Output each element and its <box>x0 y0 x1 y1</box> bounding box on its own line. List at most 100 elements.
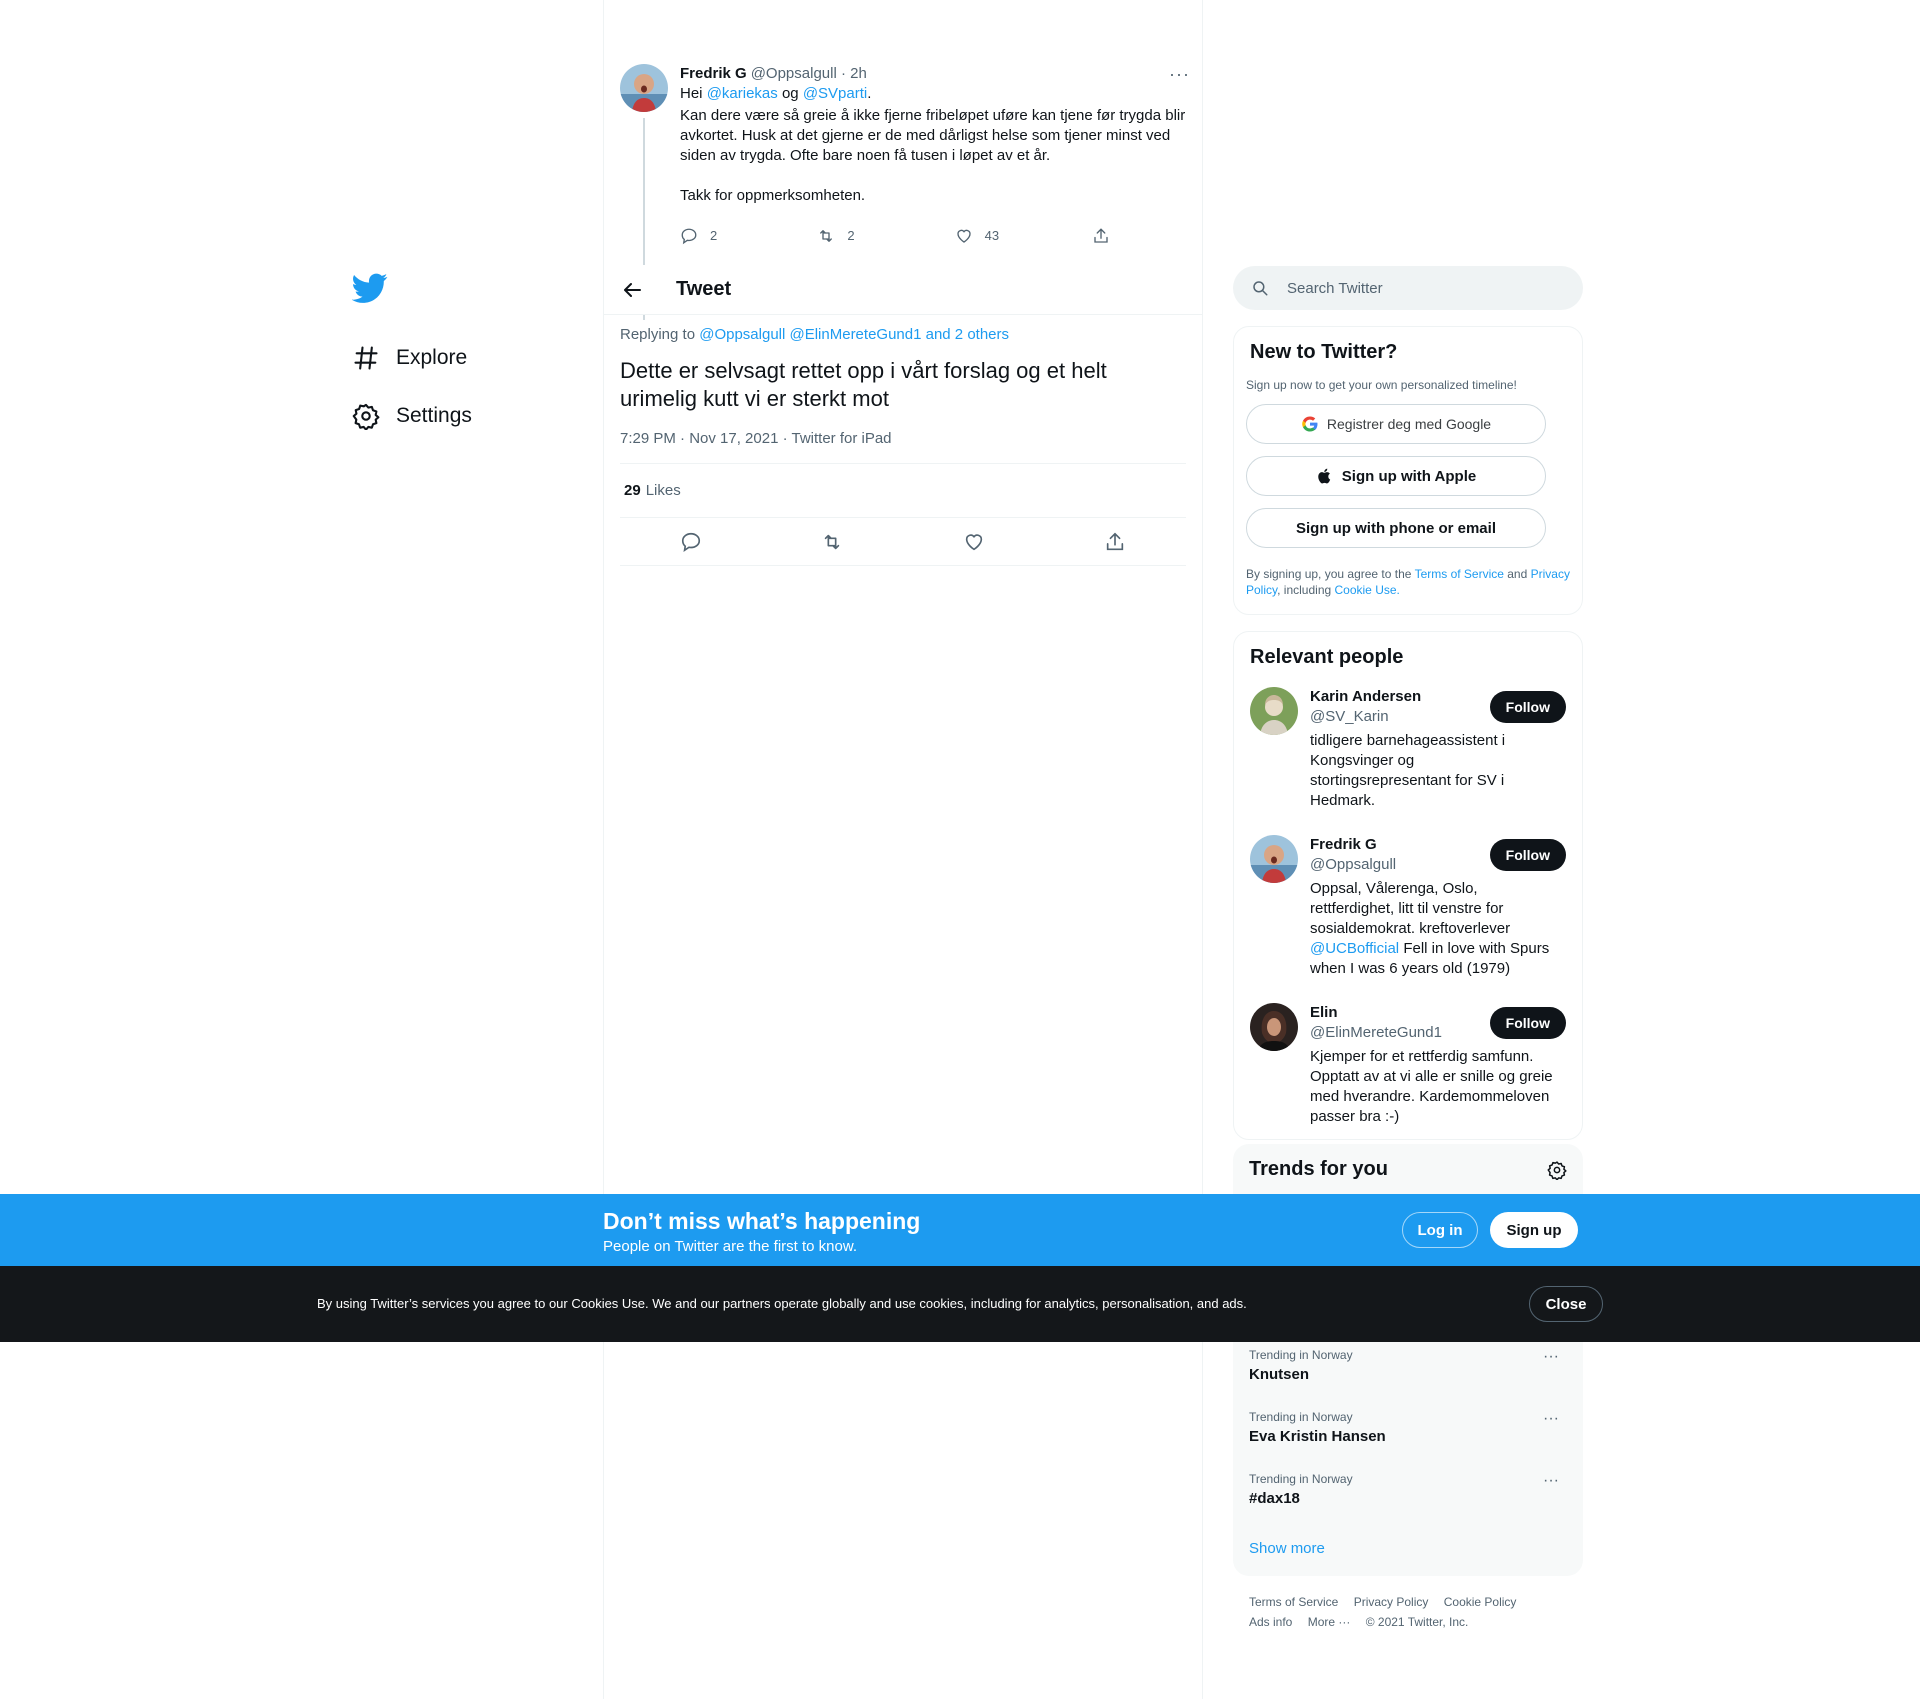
main-tweet: Replying to @Oppsalgull @ElinMereteGund1… <box>620 326 1186 566</box>
author-name[interactable]: Fredrik G <box>680 64 747 84</box>
main-tweet-actions <box>620 518 1186 566</box>
tweet-text: Kan dere være så greie å ikke fjerne fri… <box>680 107 1186 204</box>
phone-email-signup-button[interactable]: Sign up with phone or email <box>1246 508 1546 548</box>
likes-label: Likes <box>645 482 681 499</box>
nav-explore[interactable]: Explore <box>348 329 588 387</box>
likes-count-row[interactable]: 29 Likes <box>620 464 1186 518</box>
trend-category: Trending in Norway <box>1249 1348 1353 1362</box>
search-placeholder: Search Twitter <box>1287 279 1383 297</box>
card-title: Relevant people <box>1250 646 1404 668</box>
footer-cookie-link[interactable]: Cookie Policy <box>1444 1595 1517 1609</box>
google-signup-label: Registrer deg med Google <box>1326 416 1492 432</box>
right-sidebar: Search Twitter New to Twitter? Sign up n… <box>1233 266 1583 1140</box>
footer-more-link[interactable]: More ··· <box>1308 1615 1351 1629</box>
footer-terms-link[interactable]: Terms of Service <box>1249 1595 1338 1609</box>
nav-settings[interactable]: Settings <box>348 387 588 445</box>
avatar[interactable] <box>1250 835 1298 883</box>
trend-category: Trending in Norway <box>1249 1472 1353 1486</box>
more-options-icon[interactable]: ··· <box>1543 1348 1559 1366</box>
tweet-timestamp[interactable]: 7:29 PM · Nov 17, 2021 · Twitter for iPa… <box>620 430 1186 464</box>
trend-name: #dax18 <box>1249 1490 1300 1507</box>
google-icon <box>1302 416 1318 432</box>
person-bio: Kjemper for et rettferdig samfunn. Oppta… <box>1310 1048 1553 1125</box>
replying-to: Replying to @Oppsalgull @ElinMereteGund1… <box>620 326 1186 343</box>
tweet-text: Dette er selvsagt rettet opp i vårt fors… <box>620 358 1107 411</box>
like-button[interactable]: 43 <box>955 226 1055 246</box>
heart-icon[interactable] <box>963 531 985 553</box>
gear-icon[interactable] <box>1547 1160 1567 1180</box>
replying-to-links[interactable]: @Oppsalgull @ElinMereteGund1 and 2 other… <box>699 326 1009 343</box>
mention-link[interactable]: @kariekas <box>707 85 778 102</box>
legal-including: , including <box>1277 583 1335 597</box>
footer-privacy-link[interactable]: Privacy Policy <box>1354 1595 1429 1609</box>
retweet-count: 2 <box>847 228 855 243</box>
trend-name: Eva Kristin Hansen <box>1249 1428 1386 1445</box>
legal-prefix: By signing up, you agree to the <box>1246 567 1415 581</box>
heart-icon <box>956 229 971 243</box>
trend-item[interactable]: Trending in Norway #dax18 ··· <box>1249 1472 1567 1507</box>
terms-link[interactable]: Terms of Service <box>1415 567 1504 581</box>
avatar[interactable] <box>620 64 668 112</box>
person-bio: tidligere barnehageassistent i Kongsving… <box>1310 732 1506 809</box>
card-title: New to Twitter? <box>1250 341 1398 363</box>
reply-icon <box>681 228 697 245</box>
footer-ads-link[interactable]: Ads info <box>1249 1615 1292 1629</box>
greeting-text: . <box>867 85 872 102</box>
close-button[interactable]: Close <box>1529 1286 1603 1322</box>
back-arrow-icon[interactable] <box>620 278 644 302</box>
page-title: Tweet <box>676 278 732 300</box>
avatar[interactable] <box>1250 687 1298 735</box>
cookie-use-link[interactable]: Cookie Use. <box>1335 583 1400 597</box>
signup-legal-text: By signing up, you agree to the Terms of… <box>1234 548 1582 598</box>
cookie-bar: By using Twitter’s services you agree to… <box>0 1266 1920 1342</box>
reply-button[interactable]: 2 <box>680 226 780 246</box>
more-options-icon[interactable]: ··· <box>1169 64 1190 84</box>
google-signup-button[interactable]: Registrer deg med Google <box>1246 404 1546 444</box>
hashtag-icon <box>354 346 378 370</box>
more-options-icon[interactable]: ··· <box>1543 1410 1559 1428</box>
show-more-link[interactable]: Show more <box>1249 1540 1325 1557</box>
gear-icon <box>352 403 380 430</box>
trend-category: Trending in Norway <box>1249 1410 1353 1424</box>
follow-button[interactable]: Follow <box>1489 691 1566 723</box>
search-icon <box>1253 281 1268 296</box>
bio-mention-link[interactable]: @UCBofficial <box>1310 940 1399 957</box>
legal-and: and <box>1503 567 1531 581</box>
like-count: 43 <box>984 228 1000 243</box>
greeting-text: og <box>777 85 803 102</box>
person-item[interactable]: Fredrik G @Oppsalgull Oppsal, Vålerenga,… <box>1234 823 1582 979</box>
signup-banner: Don’t miss what’s happening People on Tw… <box>0 1194 1920 1266</box>
apple-signup-button[interactable]: Sign up with Apple <box>1246 456 1546 496</box>
trend-item[interactable]: Trending in Norway Eva Kristin Hansen ··… <box>1249 1410 1567 1445</box>
tweet-greeting: Hei @kariekas og @SVparti. <box>680 84 1190 104</box>
share-icon[interactable] <box>1104 531 1126 553</box>
greeting-text: Hei <box>680 85 707 102</box>
follow-button[interactable]: Follow <box>1489 839 1566 871</box>
mention-link[interactable]: @SVparti <box>803 85 867 102</box>
author-handle-time: @Oppsalgull · 2h <box>750 65 867 82</box>
retweet-icon[interactable] <box>821 531 843 553</box>
trend-item[interactable]: Trending in Norway Knutsen ··· <box>1249 1348 1567 1383</box>
twitter-logo-icon[interactable] <box>351 270 388 306</box>
retweet-icon <box>820 230 833 242</box>
banner-subtitle: People on Twitter are the first to know. <box>603 1238 858 1255</box>
bio-text: Oppsal, Vålerenga, Oslo, rettferdighet, … <box>1310 880 1511 937</box>
share-icon <box>1094 228 1108 243</box>
search-box[interactable]: Search Twitter <box>1233 266 1583 310</box>
person-item[interactable]: Elin @ElinMereteGund1 Kjemper for et ret… <box>1234 991 1582 1127</box>
signup-button[interactable]: Sign up <box>1490 1212 1578 1248</box>
share-button[interactable] <box>1092 226 1110 246</box>
cookie-text: By using Twitter’s services you agree to… <box>317 1296 1247 1311</box>
follow-button[interactable]: Follow <box>1489 1007 1566 1039</box>
reply-icon[interactable] <box>680 531 702 553</box>
reply-count: 2 <box>710 228 718 243</box>
retweet-button[interactable]: 2 <box>817 226 917 246</box>
tweet-header: Tweet <box>604 265 1202 315</box>
person-item[interactable]: Karin Andersen @SV_Karin tidligere barne… <box>1234 675 1582 811</box>
more-options-icon[interactable]: ··· <box>1543 1472 1559 1490</box>
login-button[interactable]: Log in <box>1402 1212 1478 1248</box>
likes-count: 29 <box>624 482 641 499</box>
apple-icon <box>1318 468 1330 484</box>
avatar[interactable] <box>1250 1003 1298 1051</box>
main-column: Fredrik G @Oppsalgull · 2h ··· Hei @kari… <box>603 0 1203 1699</box>
